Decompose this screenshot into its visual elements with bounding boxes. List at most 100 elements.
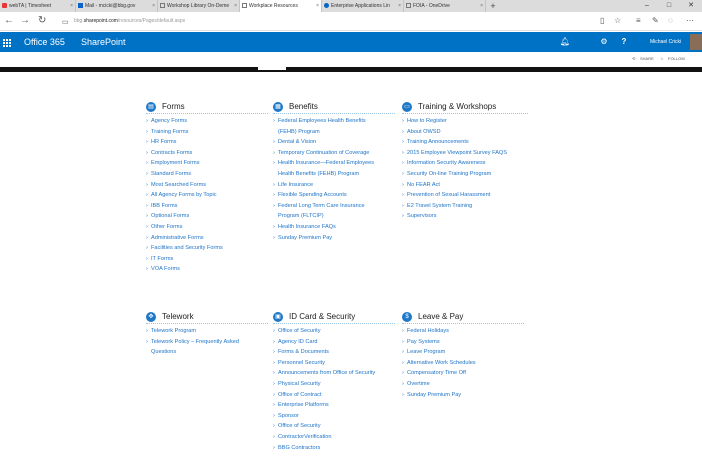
list-item[interactable]: Most Searched Forms [146,180,268,191]
close-icon[interactable]: × [70,0,73,12]
list-item[interactable]: Compensatory Time Off [402,368,524,379]
browser-tab-onedrive[interactable]: FOIA - OneDrive × [404,0,486,12]
list-item[interactable]: Information Security Awareness [402,158,528,169]
list-item[interactable]: IT Forms [146,254,268,265]
list-item[interactable]: Overtime [402,379,524,390]
list-item[interactable]: Sunday Premium Pay [402,390,524,401]
training-section: ▭ Training & Workshops How to Register A… [402,102,528,222]
bell-icon[interactable]: 🔔︎ [555,32,575,52]
list-item[interactable]: Flexible Spending Accounts [273,190,395,201]
list-item[interactable]: Health Insurance—Federal EmployeesHealth… [273,158,395,179]
office365-brand[interactable]: Office 365 [24,32,65,52]
list-item[interactable]: BBG Contractors [273,443,395,454]
list-item[interactable]: Enterprise Platforms [273,400,395,411]
more-icon[interactable]: ⋯ [686,16,694,26]
list-item[interactable]: Employment Forms [146,158,268,169]
list-item[interactable]: HR Forms [146,137,268,148]
close-window-icon[interactable]: ✕ [680,0,702,12]
follow-link[interactable]: FOLLOW [668,56,685,62]
browser-tab-webta[interactable]: webTA | Timesheet × [0,0,76,12]
list-item[interactable]: Dental & Vision [273,137,395,148]
back-arrow-icon[interactable]: ← [4,15,14,27]
list-item[interactable]: Telework Program [146,326,268,337]
close-icon[interactable]: × [316,0,319,12]
list-item[interactable]: Office of Contract [273,390,395,401]
section-header: $ Leave & Pay [402,312,524,324]
restore-icon[interactable]: □ [658,0,680,12]
list-item[interactable]: VOA Forms [146,264,268,275]
gear-icon[interactable]: ⚙ [594,32,614,52]
share-icon[interactable]: ⟲ [632,56,635,62]
close-icon[interactable]: × [480,0,483,12]
list-item[interactable]: Agency Forms [146,116,268,127]
user-name[interactable]: Michael Cricki [650,32,681,52]
browser-tab-enterprise-apps[interactable]: Enterprise Applications Lin × [322,0,404,12]
banner-notch [258,67,286,70]
list-item[interactable]: Optional Forms [146,211,268,222]
list-item[interactable]: No FEAR Act [402,180,528,191]
close-icon[interactable]: × [152,0,155,12]
browser-tab-workshop-library[interactable]: Workshop Library On-Deme × [158,0,240,12]
list-item[interactable]: Prevention of Sexual Harassment [402,190,528,201]
help-icon[interactable]: ? [614,32,634,52]
list-item[interactable]: Temporary Continuation of Coverage [273,148,395,159]
list-item[interactable]: Administrative Forms [146,233,268,244]
list-item[interactable]: Announcements from Office of Security [273,368,395,379]
list-item[interactable]: Pay Systems [402,337,524,348]
url-field[interactable]: bbg.sharepoint.com/resources/Pages/defau… [74,16,185,27]
forward-arrow-icon[interactable]: → [20,15,30,27]
list-item[interactable]: Contracts Forms [146,148,268,159]
list-item[interactable]: Physical Security [273,379,395,390]
browser-tab-workplace-resources[interactable]: Workplace Resources × [240,0,322,12]
list-item[interactable]: E2 Travel System Training [402,201,528,212]
list-item[interactable]: Supervisors [402,211,528,222]
list-item[interactable]: Life Insurance [273,180,395,191]
list-item[interactable]: All Agency Forms by Topic [146,190,268,201]
list-item[interactable]: Sunday Premium Pay [273,233,395,244]
list-item[interactable]: Other Forms [146,222,268,233]
list-item[interactable]: Facilities and Security Forms [146,243,268,254]
minimize-icon[interactable]: – [636,0,658,12]
list-item[interactable]: Training Forms [146,127,268,138]
section-header: ▤ Forms [146,102,268,114]
list-item[interactable]: Office of Security [273,421,395,432]
web-note-icon[interactable]: ✎ [652,16,659,26]
list-item[interactable]: Forms & Documents [273,347,395,358]
browser-tab-mail[interactable]: Mail - mcicki@bbg.gov × [76,0,158,12]
list-item[interactable]: Agency ID Card [273,337,395,348]
avatar[interactable] [690,34,702,50]
list-item[interactable]: Telework Policy – Frequently AskedQuesti… [146,337,268,358]
list-item[interactable]: Alternative Work Schedules [402,358,524,369]
reading-view-icon[interactable]: ▯ [600,16,604,26]
follow-star-icon[interactable]: ☆ [660,56,664,62]
sharepoint-app-title[interactable]: SharePoint [81,32,126,52]
favorite-star-icon[interactable]: ☆ [614,16,621,26]
list-item[interactable]: How to Register [402,116,528,127]
refresh-icon[interactable]: ↻ [38,15,46,27]
list-item[interactable]: Personnel Security [273,358,395,369]
list-item[interactable]: Office of Security [273,326,395,337]
share-link[interactable]: SHARE [640,56,654,62]
close-icon[interactable]: × [234,0,237,12]
new-tab-icon[interactable]: + [486,0,500,12]
list-item[interactable]: Security On-line Training Program [402,169,528,180]
list-item[interactable]: Standard Forms [146,169,268,180]
list-item[interactable]: 2015 Employee Viewpoint Survey FAQS [402,148,528,159]
waffle-icon[interactable] [0,32,16,52]
list-item[interactable]: Training Announcements [402,137,528,148]
section-header: ▭ Training & Workshops [402,102,528,114]
close-icon[interactable]: × [398,0,401,12]
list-item[interactable]: ContractorVerification [273,432,395,443]
list-item[interactable]: Health Insurance FAQs [273,222,395,233]
list-item[interactable]: IBB Forms [146,201,268,212]
idcard-links: Office of Security Agency ID Card Forms … [273,326,395,453]
list-item[interactable]: Sponsor [273,411,395,422]
hub-icon[interactable]: ≡ [636,16,641,26]
list-item[interactable]: Federal Long Term Care InsuranceProgram … [273,201,395,222]
list-item[interactable]: Leave Program [402,347,524,358]
list-item[interactable]: Federal Holidays [402,326,524,337]
list-item[interactable]: About OWSD [402,127,528,138]
address-bar: ← → ↻ ▭ bbg.sharepoint.com/resources/Pag… [0,12,702,31]
share-page-icon[interactable]: ◌ [668,16,673,26]
list-item[interactable]: Federal Employees Health Benefits(FEHB) … [273,116,395,137]
